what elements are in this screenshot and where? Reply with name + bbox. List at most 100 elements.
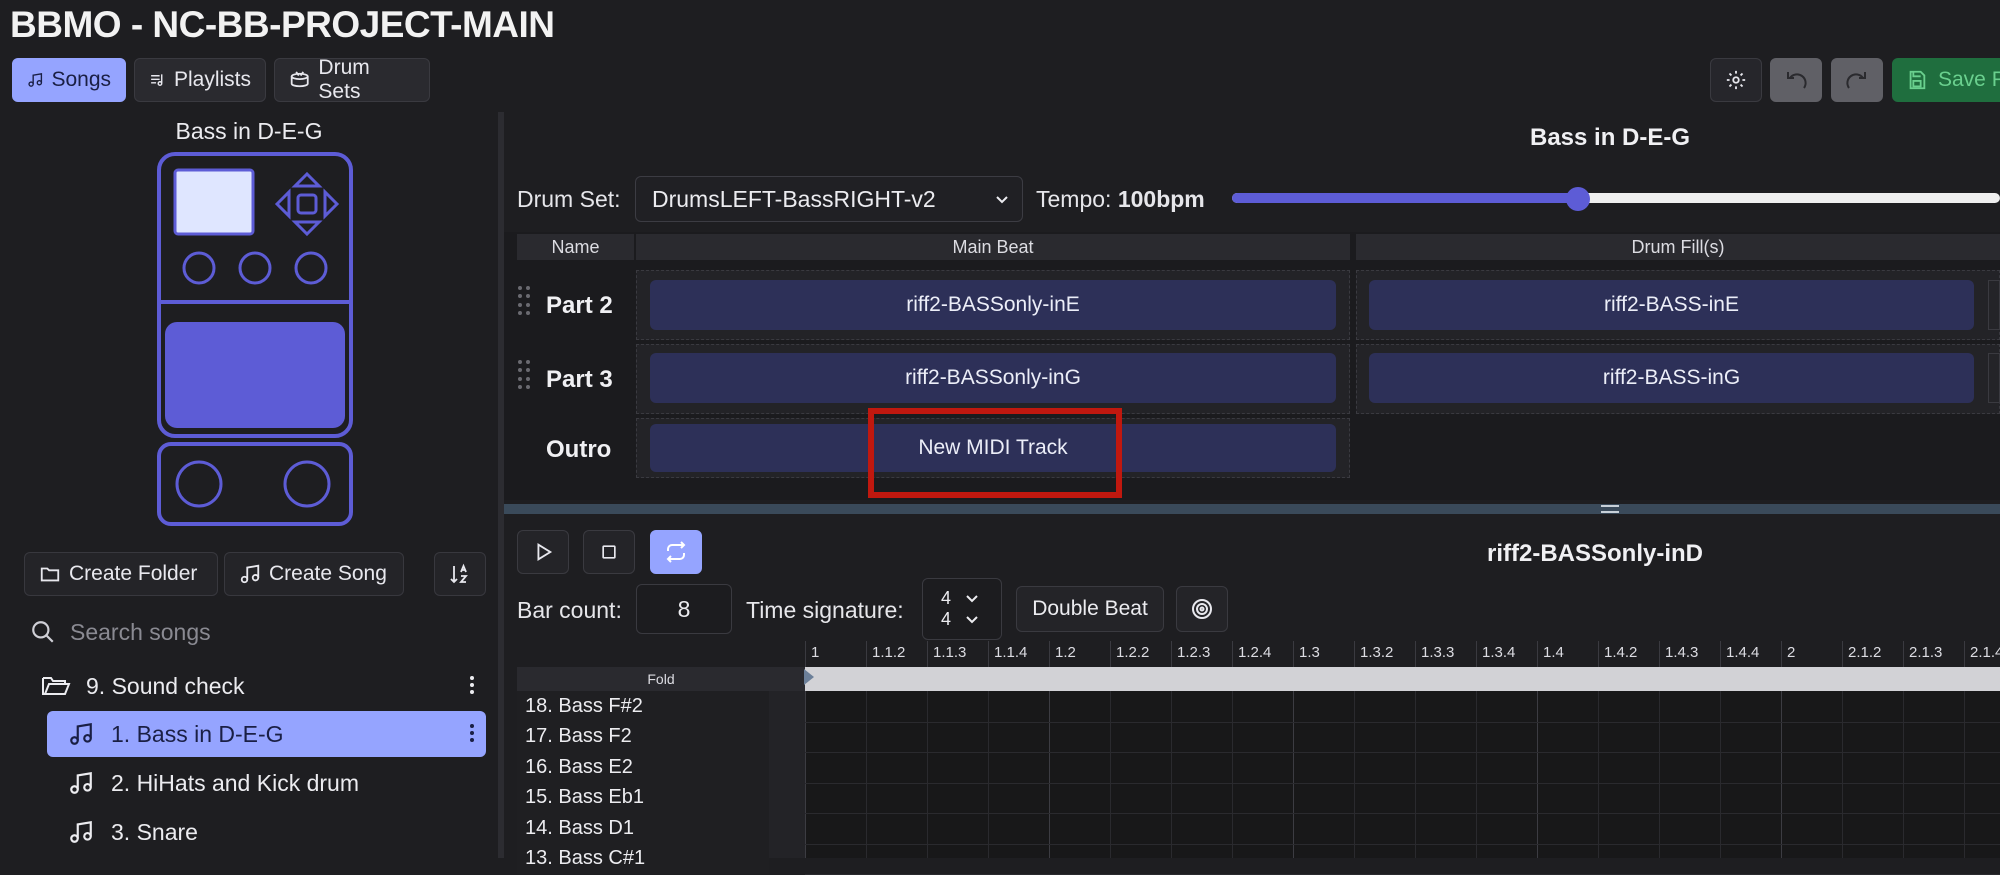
instrument-row[interactable]: 17. Bass F2 <box>517 721 769 752</box>
ruler-tick-label: 1.1.2 <box>872 644 906 661</box>
ruler-tick-label: 1.1.3 <box>933 644 967 661</box>
step-grid[interactable] <box>805 691 2000 875</box>
grid-column-line <box>1781 691 1782 858</box>
instrument-row[interactable]: 14. Bass D1 <box>517 813 769 843</box>
playlist-icon <box>151 74 163 87</box>
grid-column-line <box>1049 691 1050 858</box>
ruler-tick-label: 1.4.4 <box>1726 644 1760 661</box>
grid-column-line <box>1659 691 1660 858</box>
bar-count-input[interactable]: 8 <box>636 584 732 634</box>
double-beat-button[interactable]: Double Beat <box>1016 586 1164 632</box>
ruler-tick-label: 1.3.4 <box>1482 644 1516 661</box>
play-icon <box>537 543 553 561</box>
grid-column-line <box>1354 691 1355 858</box>
time-sig-denominator: 4 <box>941 609 952 629</box>
grid-column-line <box>866 691 867 858</box>
instrument-row[interactable]: 13. Bass C#1 <box>517 843 769 874</box>
sort-button[interactable] <box>434 552 486 596</box>
list-item[interactable]: 1. Bass in D-E-G <box>47 711 486 757</box>
time-signature-select[interactable]: 4 4 <box>922 578 1002 640</box>
play-button[interactable] <box>517 530 569 574</box>
tab-songs[interactable]: Songs <box>12 58 126 102</box>
music-note-icon <box>63 721 99 747</box>
sidebar-song-title: Bass in D-E-G <box>175 118 323 144</box>
tab-drum-sets-label: Drum Sets <box>318 56 370 103</box>
ruler-tick-line <box>1049 641 1050 667</box>
part-name: Part 2 <box>546 292 613 319</box>
stop-icon <box>602 545 616 559</box>
ruler-tick-line <box>1598 641 1599 667</box>
panel-resize-handle[interactable] <box>504 504 2000 514</box>
instrument-row[interactable]: 16. Bass E2 <box>517 752 769 782</box>
tab-drum-sets[interactable]: Drum Sets <box>274 56 430 103</box>
drum-set-label: Drum Set: <box>517 186 621 212</box>
save-label: Save P <box>1938 68 2000 91</box>
ruler-tick-line <box>805 641 806 667</box>
ruler-tick-line <box>1110 641 1111 667</box>
settings-button[interactable] <box>1710 58 1762 102</box>
song-title: Bass in D-E-G <box>1530 124 1691 151</box>
main-beat-pill[interactable]: riff2-BASSonly-inG <box>650 353 1336 403</box>
kebab-menu-icon[interactable] <box>470 673 476 697</box>
grid-column-line <box>1903 691 1904 858</box>
ruler-tick-line <box>1415 641 1416 667</box>
kebab-menu-icon[interactable] <box>470 721 476 745</box>
target-button[interactable] <box>1176 586 1228 632</box>
fold-toggle[interactable]: Fold <box>517 667 805 691</box>
sort-az-icon <box>450 563 468 584</box>
ruler-tick-line <box>1354 641 1355 667</box>
list-item[interactable]: 3. Snare <box>47 809 486 855</box>
tempo-value: 100bpm <box>1117 186 1205 212</box>
instrument-row[interactable]: 18. Bass F#2 <box>517 691 769 721</box>
drum-fill-pill[interactable]: riff2-BASS-inG <box>1369 353 1974 403</box>
ruler-tick-line <box>1720 641 1721 667</box>
list-item[interactable]: 2. HiHats and Kick drum <box>47 760 486 806</box>
music-note-icon <box>63 819 99 845</box>
ruler-tick-line <box>1781 641 1782 667</box>
bar-count-label: Bar count: <box>517 597 622 623</box>
ruler-tick-label: 1 <box>811 644 820 661</box>
ruler-tick-line <box>1659 641 1660 667</box>
tempo-slider-fill <box>1232 193 1578 203</box>
target-icon <box>1192 599 1212 619</box>
grid-column-line <box>805 691 806 858</box>
drag-handle-icon[interactable] <box>518 286 532 316</box>
part-name: Outro <box>546 436 612 463</box>
ruler-tick-label: 1.2.4 <box>1238 644 1272 661</box>
ruler-tick-label: 1.3 <box>1299 644 1320 661</box>
grid-row-line <box>805 843 2000 845</box>
drum-set-select[interactable]: DrumsLEFT-BassRIGHT-v2 <box>635 176 1023 222</box>
undo-button[interactable] <box>1770 58 1822 102</box>
create-folder-button[interactable]: Create Folder <box>24 552 218 596</box>
tab-playlists[interactable]: Playlists <box>134 58 266 102</box>
music-note-icon <box>28 73 43 87</box>
chevron-down-icon <box>996 196 1008 204</box>
column-header-main-beat: Main Beat <box>636 234 1350 260</box>
folder-open-icon <box>38 673 74 699</box>
redo-button[interactable] <box>1831 58 1883 102</box>
tempo-label-text: Tempo: <box>1036 186 1112 212</box>
loop-button[interactable] <box>650 530 702 574</box>
loop-region-bar[interactable] <box>805 667 2000 691</box>
playhead-icon[interactable] <box>803 667 817 691</box>
grid-row-line <box>805 721 2000 723</box>
folder-row[interactable]: 9. Sound check <box>30 663 486 709</box>
main-beat-pill[interactable]: riff2-BASSonly-inE <box>650 280 1336 330</box>
grid-column-line <box>1232 691 1233 858</box>
song-label: 2. HiHats and Kick drum <box>111 769 359 796</box>
ruler-tick-line <box>1537 641 1538 667</box>
search-bar[interactable]: Search songs <box>30 612 486 652</box>
instrument-row[interactable]: 15. Bass Eb1 <box>517 782 769 813</box>
timeline-ruler[interactable]: 1 1.1.2 1.1.3 1.1.4 1.2 1.2.2 1.2.3 1.2.4 1.3 1.3… <box>805 641 2000 667</box>
pedal-device-illustration <box>157 152 353 526</box>
tempo-slider-handle[interactable] <box>1565 187 1590 211</box>
drag-handle-icon[interactable] <box>518 360 532 390</box>
search-input[interactable]: Search songs <box>70 619 211 646</box>
drum-set-value: DrumsLEFT-BassRIGHT-v2 <box>652 185 936 212</box>
save-button[interactable]: Save P <box>1892 58 2000 102</box>
ruler-tick-label: 2 <box>1787 644 1796 661</box>
grid-column-line <box>927 691 928 858</box>
create-song-button[interactable]: Create Song <box>224 552 404 596</box>
drum-fill-pill[interactable]: riff2-BASS-inE <box>1369 280 1974 330</box>
stop-button[interactable] <box>583 530 635 574</box>
